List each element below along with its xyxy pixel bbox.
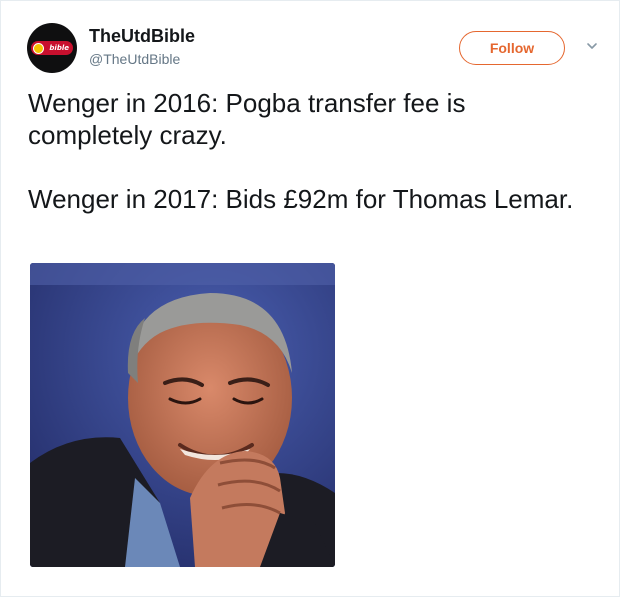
avatar-badge-text: bible	[49, 44, 69, 52]
display-name[interactable]: TheUtdBible	[89, 26, 195, 47]
photo-illustration	[30, 263, 335, 567]
tweet-paragraph: Wenger in 2017: Bids £92m for Thomas Lem…	[28, 184, 574, 214]
tweet-text: Wenger in 2016: Pogba transfer fee is co…	[28, 87, 588, 247]
tweet-paragraph: Wenger in 2016: Pogba transfer fee is co…	[28, 88, 466, 150]
avatar[interactable]: bible	[27, 23, 77, 73]
club-crest-badge: bible	[31, 41, 73, 55]
tweet-photo[interactable]	[30, 263, 335, 567]
chevron-down-icon[interactable]	[585, 39, 599, 53]
follow-button[interactable]: Follow	[459, 31, 565, 65]
user-handle[interactable]: @TheUtdBible	[89, 51, 180, 67]
crest-icon	[33, 42, 44, 54]
tweet-card: bible TheUtdBible @TheUtdBible Follow We…	[0, 0, 620, 597]
